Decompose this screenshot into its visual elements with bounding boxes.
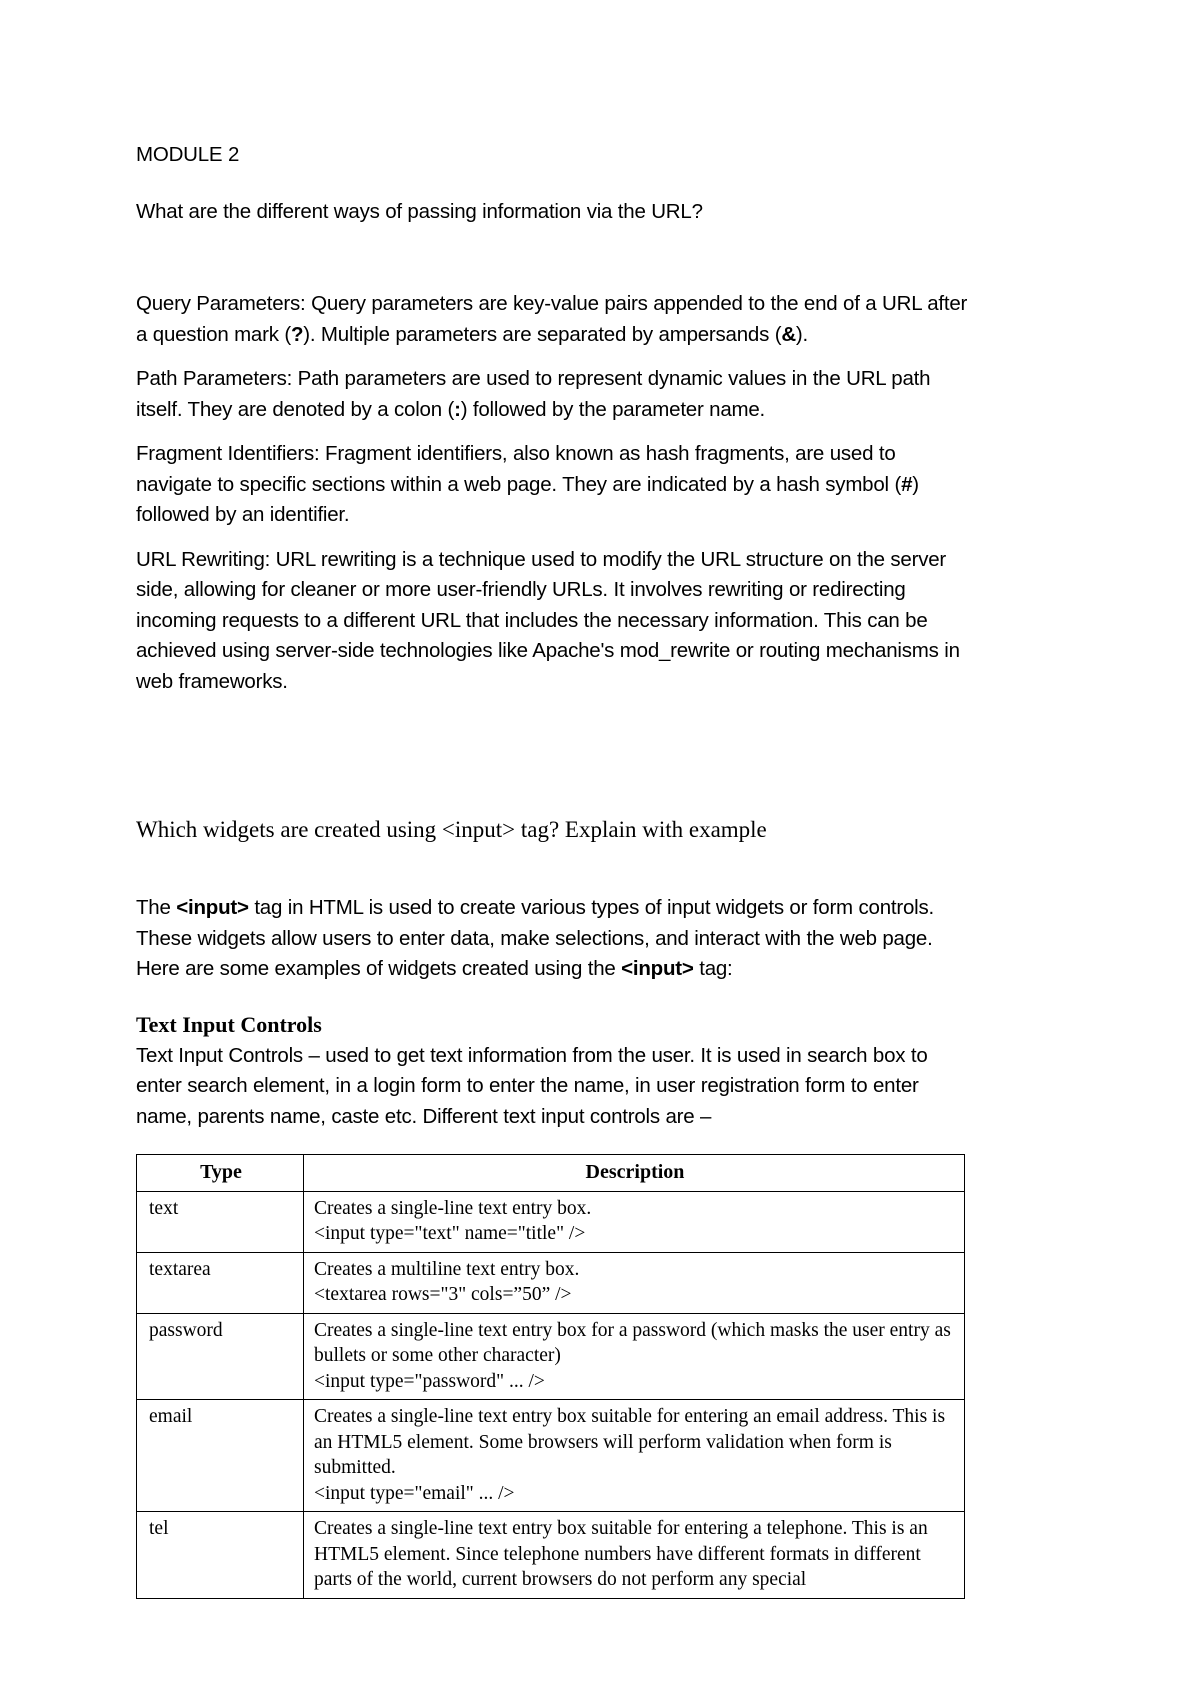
path-params-text-c: ) followed by the parameter name. xyxy=(460,397,766,421)
section-heading-text-input-controls: Text Input Controls xyxy=(136,1011,322,1037)
cell-type: textarea xyxy=(136,1251,304,1314)
description-line: <textarea rows="3" cols=”50” /> xyxy=(314,1284,572,1305)
cell-type: tel xyxy=(136,1511,304,1599)
paragraph-query-parameters: Query Parameters: Query parameters are k… xyxy=(136,289,971,350)
cell-type: password xyxy=(136,1312,304,1400)
question-2: Which widgets are created using <input> … xyxy=(136,817,767,842)
cell-description: Creates a single-line text entry box for… xyxy=(303,1312,965,1400)
question-1: What are the different ways of passing i… xyxy=(136,199,703,223)
table-row: text Creates a single-line text entry box… xyxy=(136,1190,965,1253)
text-input-controls-table: Type Description text Creates a single-li… xyxy=(136,1154,965,1599)
description-line: Creates a multiline text entry box. xyxy=(314,1258,580,1280)
cell-description: Creates a single-line text entry box sui… xyxy=(303,1511,965,1599)
table-row: tel Creates a single-line text entry box … xyxy=(136,1511,965,1599)
paragraph-text-input-controls: Text Input Controls – used to get text i… xyxy=(136,1043,928,1128)
description-line: <input type="password" ... /> xyxy=(314,1370,545,1392)
cell-description: Creates a single-line text entry box sui… xyxy=(303,1399,965,1512)
query-params-symbol-question: ? xyxy=(290,322,304,346)
table-header-row: Type Description xyxy=(136,1154,965,1192)
cell-type: text xyxy=(136,1190,304,1253)
intro-tag-2: <input> xyxy=(621,957,694,980)
fragment-text-a: Fragment Identifiers: Fragment identifie… xyxy=(136,442,902,496)
cell-description: Creates a single-line text entry box. <in… xyxy=(303,1190,965,1253)
paragraph-url-rewriting: URL Rewriting: URL rewriting is a techni… xyxy=(136,547,960,693)
intro-text-a: The xyxy=(136,896,177,919)
query-params-text-c: ). Multiple parameters are separated by … xyxy=(303,322,782,346)
query-params-text-e: ). xyxy=(795,322,809,346)
table-row: textarea Creates a multiline text entry b… xyxy=(136,1251,965,1314)
intro-text-c: tag in HTML is used to create various ty… xyxy=(136,896,934,980)
description-line: Creates a single-line text entry box sui… xyxy=(314,1518,928,1590)
paragraph-input-intro: The <input> tag in HTML is used to creat… xyxy=(136,893,971,985)
description-line: <input type="email" ... /> xyxy=(314,1482,515,1504)
column-header-type: Type xyxy=(136,1154,304,1192)
description-line: Creates a single-line text entry box for… xyxy=(314,1319,951,1367)
query-params-symbol-ampersand: & xyxy=(781,322,796,346)
table-row: email Creates a single-line text entry bo… xyxy=(136,1399,965,1512)
paragraph-fragment-identifiers: Fragment Identifiers: Fragment identifie… xyxy=(136,439,971,531)
module-title: MODULE 2 xyxy=(136,143,240,166)
intro-text-e: tag: xyxy=(693,957,733,980)
table-body: text Creates a single-line text entry box… xyxy=(136,1190,965,1599)
cell-type: email xyxy=(136,1399,304,1512)
fragment-symbol-hash: # xyxy=(901,472,913,496)
column-header-description: Description xyxy=(303,1154,965,1192)
document-page: MODULE 2 What are the different ways of … xyxy=(0,0,1200,1698)
description-line: Creates a single-line text entry box. xyxy=(314,1197,592,1219)
description-line: <input type="text" name="title" /> xyxy=(314,1223,586,1244)
cell-description: Creates a multiline text entry box. <text… xyxy=(303,1251,965,1314)
path-params-symbol-colon: : xyxy=(454,397,461,421)
table-container: Type Description text Creates a single-li… xyxy=(136,1154,965,1599)
description-line: Creates a single-line text entry box sui… xyxy=(314,1406,946,1478)
intro-tag-1: <input> xyxy=(176,896,249,919)
table-row: password Creates a single-line text entry… xyxy=(136,1312,965,1400)
paragraph-path-parameters: Path Parameters: Path parameters are use… xyxy=(136,364,971,425)
